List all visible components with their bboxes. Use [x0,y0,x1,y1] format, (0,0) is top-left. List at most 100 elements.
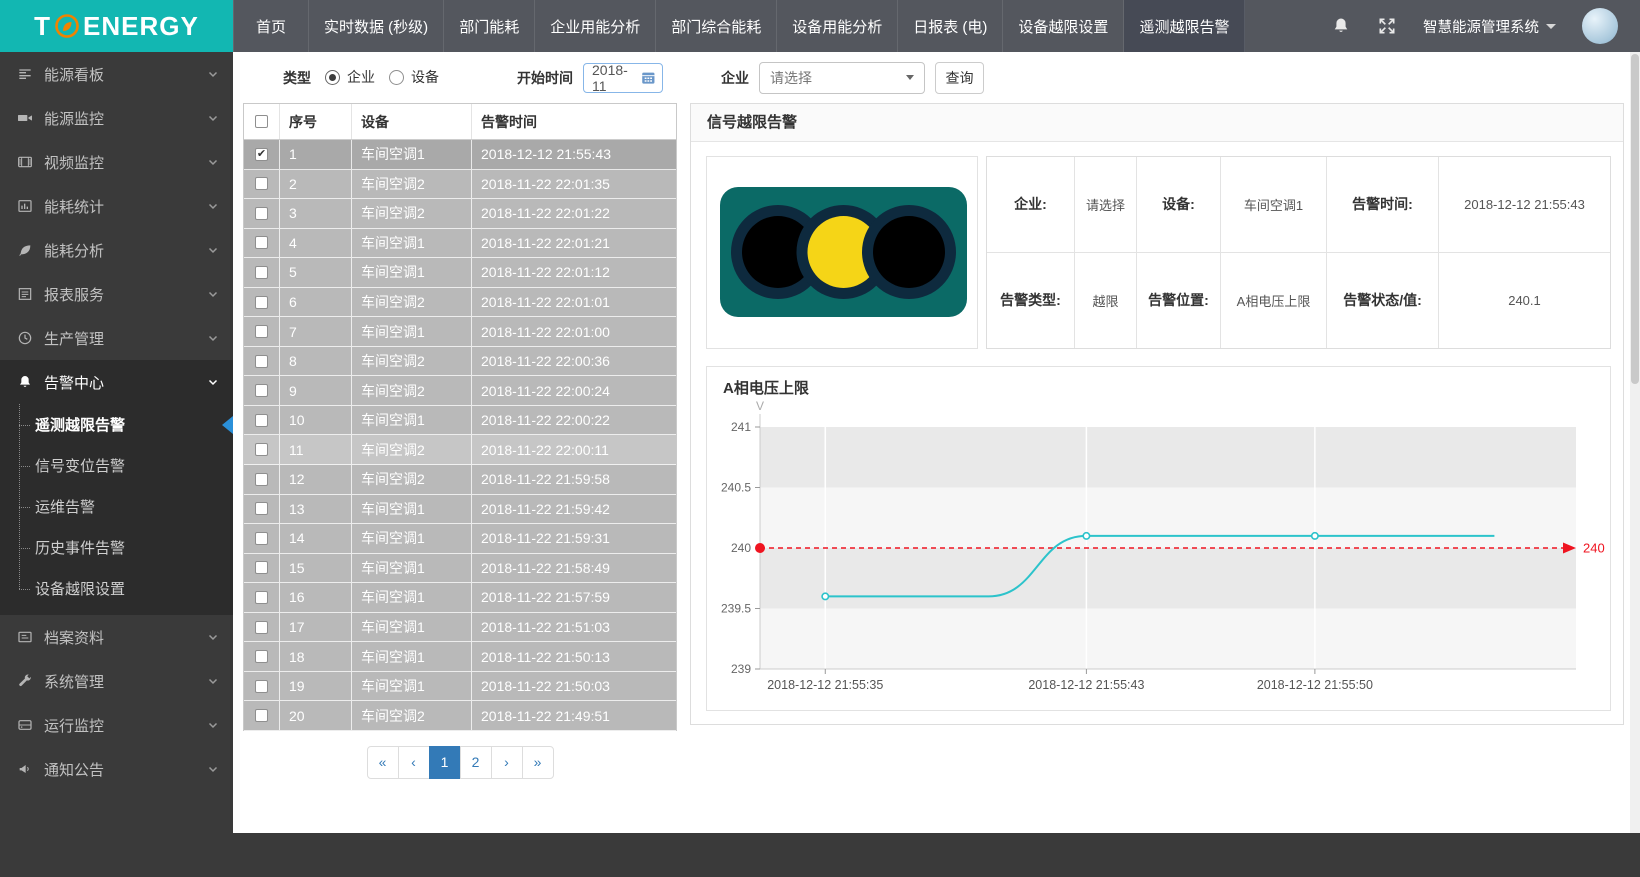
table-row[interactable]: 19车间空调12018-11-22 21:50:03 [244,672,676,702]
table-row[interactable]: 7车间空调12018-11-22 22:01:00 [244,317,676,347]
row-checkbox[interactable] [255,207,268,220]
row-checkbox[interactable] [255,591,268,604]
prev-page-button[interactable]: ‹ [398,746,430,779]
table-row[interactable]: 9车间空调22018-11-22 22:00:24 [244,376,676,406]
scrollbar-thumb[interactable] [1631,54,1639,384]
row-checkbox[interactable] [255,325,268,338]
row-checkbox[interactable] [255,414,268,427]
table-row[interactable]: 13车间空调12018-11-22 21:59:42 [244,495,676,525]
sidebar-item[interactable]: 能耗分析 [0,228,233,272]
cell-time: 2018-11-22 21:50:13 [472,642,676,672]
sidebar-item[interactable]: 告警中心 [0,360,233,404]
search-button[interactable]: 查询 [935,62,984,94]
type-radio-option[interactable]: 设备 [389,67,439,87]
cell-no: 8 [280,347,352,377]
cell-no: 20 [280,701,352,731]
table-row[interactable]: ✔1车间空调12018-12-12 21:55:43 [244,140,676,170]
fullscreen-icon[interactable] [1377,16,1397,36]
row-checkbox[interactable] [255,177,268,190]
sidebar-item[interactable]: 能源监控 [0,96,233,140]
nav-item[interactable]: 设备用能分析 [777,0,898,52]
row-checkbox[interactable] [255,621,268,634]
table-row[interactable]: 12车间空调22018-11-22 21:59:58 [244,465,676,495]
sidebar-item[interactable]: 运行监控 [0,703,233,747]
company-select[interactable]: 请选择 [759,62,925,94]
row-checkbox[interactable]: ✔ [255,148,268,161]
page-button[interactable]: 2 [460,746,492,779]
sidebar-subitem[interactable]: 运维告警 [0,486,233,527]
sidebar-item[interactable]: 报表服务 [0,272,233,316]
info-value: 240.1 [1439,253,1610,349]
cell-device: 车间空调1 [352,613,472,643]
table-row[interactable]: 14车间空调12018-11-22 21:59:31 [244,524,676,554]
archive-icon [17,629,33,645]
row-checkbox[interactable] [255,236,268,249]
row-checkbox[interactable] [255,561,268,574]
row-checkbox[interactable] [255,650,268,663]
page-button[interactable]: 1 [429,746,461,779]
type-radio-group: 企业设备 [311,67,439,88]
table-row[interactable]: 5车间空调12018-11-22 22:01:12 [244,258,676,288]
table-row[interactable]: 20车间空调22018-11-22 21:49:51 [244,701,676,731]
last-page-button[interactable]: » [522,746,554,779]
row-checkbox[interactable] [255,296,268,309]
sidebar-subitem[interactable]: 设备越限设置 [0,568,233,609]
sidebar-item[interactable]: 系统管理 [0,659,233,703]
row-checkbox[interactable] [255,443,268,456]
sidebar-item[interactable]: 能耗统计 [0,184,233,228]
system-name-menu[interactable]: 智慧能源管理系统 [1423,16,1556,37]
row-checkbox[interactable] [255,709,268,722]
sidebar-item[interactable]: 生产管理 [0,316,233,360]
info-label: 告警状态/值: [1327,253,1439,349]
table-row[interactable]: 17车间空调12018-11-22 21:51:03 [244,613,676,643]
nav-item[interactable]: 设备越限设置 [1003,0,1124,52]
nav-item[interactable]: 首页 [233,0,309,52]
notifications-bell-icon[interactable] [1331,16,1351,36]
col-header-device: 设备 [352,104,472,139]
sidebar-item[interactable]: 视频监控 [0,140,233,184]
row-checkbox[interactable] [255,266,268,279]
table-row[interactable]: 4车间空调12018-11-22 22:01:21 [244,229,676,259]
table-row[interactable]: 3车间空调22018-11-22 22:01:22 [244,199,676,229]
table-row[interactable]: 16车间空调12018-11-22 21:57:59 [244,583,676,613]
nav-item[interactable]: 企业用能分析 [535,0,656,52]
row-checkbox[interactable] [255,473,268,486]
cell-no: 18 [280,642,352,672]
cell-no: 1 [280,140,352,170]
sidebar-item[interactable]: 通知公告 [0,747,233,791]
table-row[interactable]: 2车间空调22018-11-22 22:01:35 [244,170,676,200]
row-checkbox[interactable] [255,502,268,515]
next-page-button[interactable]: › [491,746,523,779]
cell-no: 15 [280,554,352,584]
table-row[interactable]: 6车间空调22018-11-22 22:01:01 [244,288,676,318]
scrollbar-track[interactable] [1630,52,1640,833]
nav-item[interactable]: 部门综合能耗 [656,0,777,52]
table-row[interactable]: 18车间空调12018-11-22 21:50:13 [244,642,676,672]
sidebar-item[interactable]: 能源看板 [0,52,233,96]
row-checkbox[interactable] [255,355,268,368]
table-row[interactable]: 10车间空调12018-11-22 22:00:22 [244,406,676,436]
sidebar-subitem[interactable]: 历史事件告警 [0,527,233,568]
start-time-input[interactable]: 2018-11 [583,63,663,93]
user-avatar[interactable] [1582,8,1618,44]
nav-item[interactable]: 遥测越限告警 [1124,0,1245,52]
chevron-down-icon [207,376,219,388]
nav-item[interactable]: 部门能耗 [444,0,535,52]
sidebar-subitem[interactable]: 遥测越限告警 [0,404,233,445]
app-logo[interactable]: T ENERGY [0,0,233,52]
nav-item[interactable]: 日报表 (电) [898,0,1003,52]
sidebar-subitem[interactable]: 信号变位告警 [0,445,233,486]
table-row[interactable]: 15车间空调12018-11-22 21:58:49 [244,554,676,584]
row-checkbox[interactable] [255,532,268,545]
select-all-checkbox[interactable] [255,115,268,128]
sidebar-item[interactable]: 档案资料 [0,615,233,659]
type-radio-option[interactable]: 企业 [325,67,375,87]
table-row[interactable]: 8车间空调22018-11-22 22:00:36 [244,347,676,377]
row-checkbox-cell [244,199,280,229]
row-checkbox[interactable] [255,384,268,397]
row-checkbox[interactable] [255,680,268,693]
nav-item[interactable]: 实时数据 (秒级) [309,0,444,52]
first-page-button[interactable]: « [367,746,399,779]
bell-icon [17,374,33,390]
table-row[interactable]: 11车间空调22018-11-22 22:00:11 [244,435,676,465]
